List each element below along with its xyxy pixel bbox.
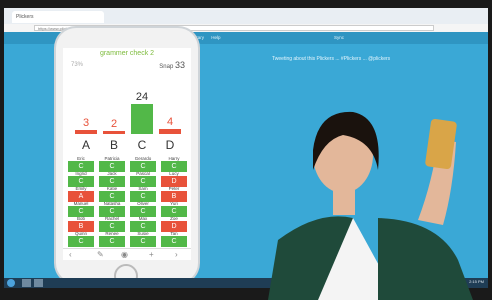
percent-correct: 73% (71, 62, 84, 68)
answer-count-d: 4 (166, 116, 174, 128)
snap-label: Snap (159, 64, 174, 70)
answer-letter-d: D (165, 138, 175, 152)
camera-icon[interactable]: ◉ (121, 250, 128, 259)
browser-tab[interactable]: Plickers (12, 11, 104, 23)
answer-letter-b: B (109, 138, 118, 152)
pencil-icon[interactable]: ✎ (97, 250, 104, 259)
snap-counter: Snap 33 (159, 60, 185, 70)
phone-toolbar: ‹ ✎ ◉ + › (63, 248, 191, 261)
answer-letter-a: A (81, 138, 90, 152)
student-answer-cell[interactable]: C (68, 236, 94, 247)
monitor: Plickers https://www.plickers.com/... pl… (0, 0, 492, 300)
answer-bar-d (159, 129, 181, 134)
forward-icon[interactable]: › (175, 250, 178, 259)
phone-screen: grammer check 2 73% Snap 33 ‹ ✎ ◉ + › 3 A… (63, 48, 191, 260)
person-photo (268, 111, 473, 300)
taskbar-app-icon[interactable] (34, 279, 43, 287)
snap-count: 33 (174, 60, 185, 70)
plus-icon[interactable]: + (149, 250, 154, 259)
taskbar-app-icon[interactable] (22, 279, 31, 287)
start-button[interactable] (7, 279, 15, 287)
question-title: grammer check 2 (99, 50, 155, 57)
back-icon[interactable]: ‹ (69, 250, 72, 259)
answer-bar-c (131, 104, 153, 134)
phone: grammer check 2 73% Snap 33 ‹ ✎ ◉ + › 3 A… (56, 28, 198, 288)
answer-bar-a (75, 130, 97, 134)
browser-tabstrip: Plickers (4, 8, 488, 24)
student-answer-cell[interactable]: C (161, 236, 187, 247)
answer-letter-c: C (137, 138, 147, 152)
answer-count-a: 3 (82, 117, 90, 129)
student-answer-cell[interactable]: C (130, 236, 156, 247)
answer-count-b: 2 (110, 118, 118, 130)
tweet-text: Tweeting about this Plickers ... #Plicke… (272, 56, 391, 62)
answer-count-c: 24 (135, 91, 149, 103)
answer-bar-b (103, 131, 125, 134)
nav-right[interactable]: Sync (334, 35, 344, 40)
student-answer-cell[interactable]: C (99, 236, 125, 247)
